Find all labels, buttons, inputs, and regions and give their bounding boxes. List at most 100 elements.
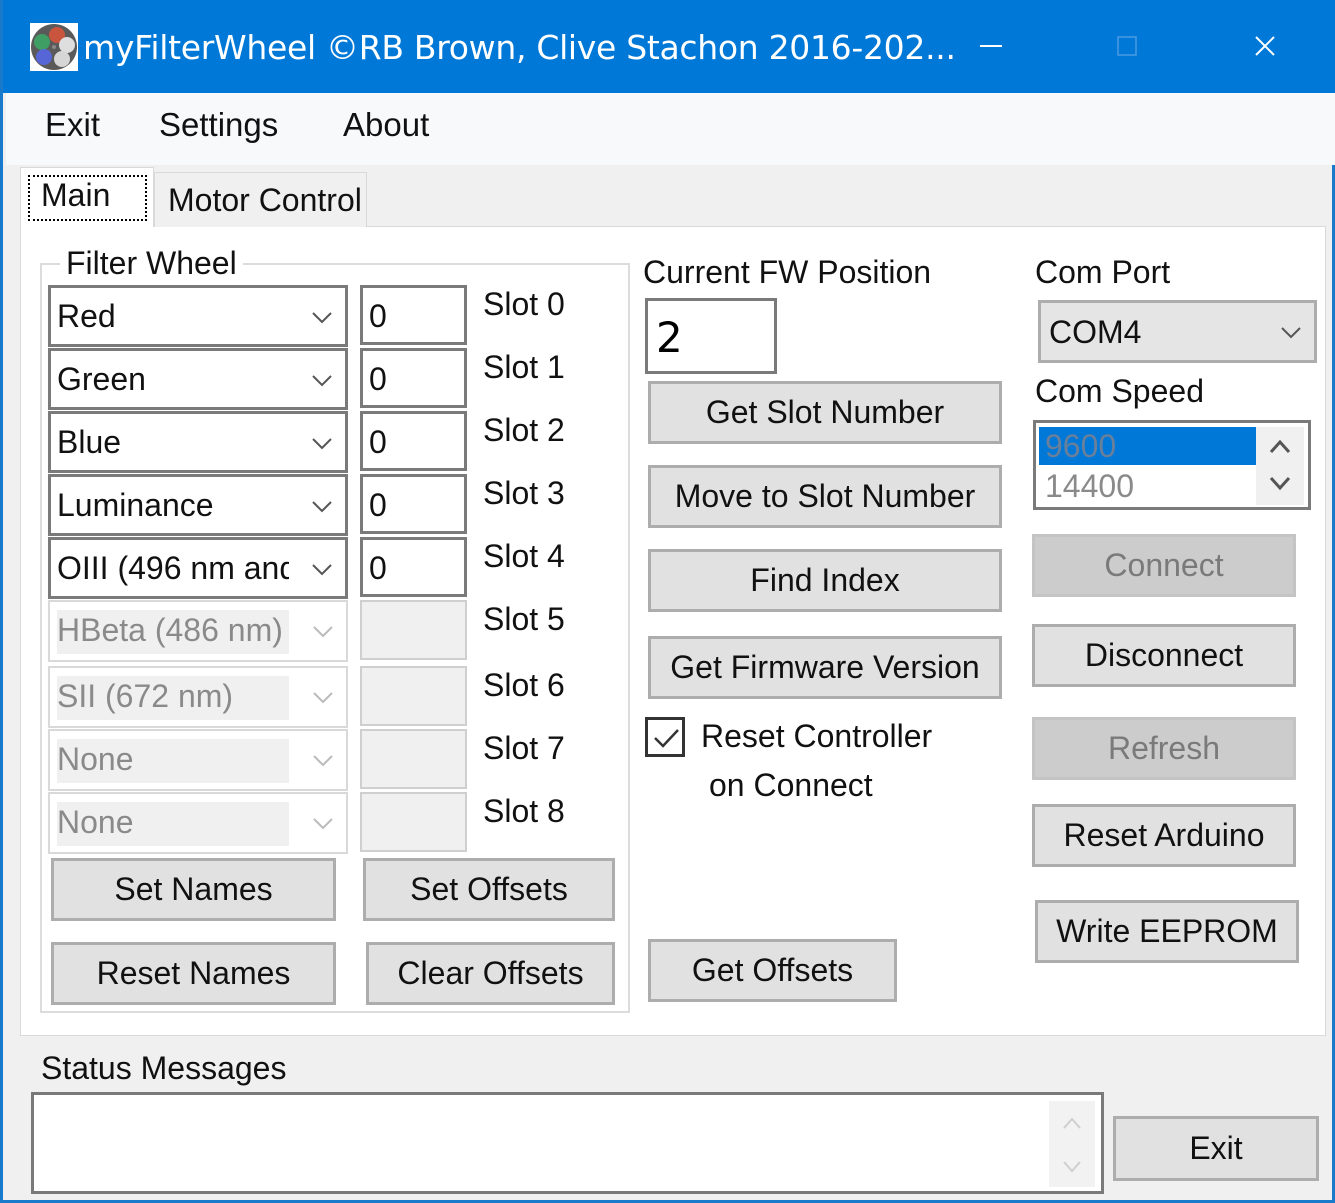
find-index-button[interactable]: Find Index (648, 549, 1002, 612)
chevron-down-icon (313, 626, 333, 638)
slot-1-filter-select[interactable]: Green (48, 348, 348, 410)
chevron-down-icon (312, 312, 332, 324)
slot-2-filter-value: Blue (57, 424, 122, 460)
slot-8-filter-value: None (57, 802, 289, 846)
reset-controller-label: Reset Controller (701, 718, 933, 754)
close-icon (1255, 36, 1275, 56)
checkmark-icon (654, 729, 679, 748)
slot-5-offset-input (360, 600, 467, 660)
write-eeprom-button[interactable]: Write EEPROM (1035, 900, 1299, 963)
reset-arduino-button[interactable]: Reset Arduino (1032, 804, 1296, 867)
chevron-down-icon (312, 375, 332, 387)
filter-wheel-logo-icon (30, 23, 78, 71)
slot-0-offset-input[interactable]: 0 (360, 285, 467, 345)
close-button[interactable] (1235, 24, 1295, 68)
com-port-label: Com Port (1035, 254, 1171, 290)
chevron-down-icon (312, 438, 332, 450)
menu-about[interactable]: About (343, 106, 429, 144)
slot-1-offset-value: 0 (369, 361, 387, 397)
slot-2-offset-input[interactable]: 0 (360, 411, 467, 471)
com-speed-list[interactable]: 9600 14400 (1033, 420, 1311, 510)
com-speed-spinner[interactable] (1256, 427, 1304, 505)
set-names-button[interactable]: Set Names (51, 858, 336, 921)
maximize-button[interactable] (1097, 24, 1157, 68)
scroll-down-icon[interactable] (1061, 1159, 1083, 1175)
slot-0-filter-value: Red (57, 298, 116, 334)
minimize-button[interactable] (961, 24, 1021, 68)
com-speed-option[interactable]: 14400 (1039, 467, 1256, 505)
status-messages-label: Status Messages (41, 1050, 287, 1086)
slot-4-filter-select[interactable]: OIII (496 nm and (48, 537, 348, 599)
menu-exit[interactable]: Exit (45, 106, 100, 144)
maximize-icon (1117, 36, 1137, 56)
slot-4-offset-value: 0 (369, 550, 387, 586)
refresh-button: Refresh (1032, 717, 1296, 780)
connect-button: Connect (1032, 534, 1296, 597)
slot-3-offset-value: 0 (369, 487, 387, 523)
get-offsets-button[interactable]: Get Offsets (648, 939, 897, 1002)
tab-main[interactable]: Main (20, 167, 154, 227)
com-speed-option-selected[interactable]: 9600 (1039, 427, 1256, 465)
menu-settings[interactable]: Settings (159, 106, 278, 144)
chevron-down-icon (313, 755, 333, 767)
slot-7-offset-input (360, 729, 467, 789)
clear-offsets-button[interactable]: Clear Offsets (366, 942, 615, 1005)
exit-button[interactable]: Exit (1113, 1116, 1319, 1181)
title-bar: myFilterWheel ©RB Brown, Clive Stachon 2… (3, 0, 1335, 93)
app-window: myFilterWheel ©RB Brown, Clive Stachon 2… (0, 0, 1335, 1203)
tab-motor-control-label: Motor Control (168, 182, 362, 218)
slot-4-label: Slot 4 (483, 538, 565, 574)
chevron-down-icon (313, 818, 333, 830)
slot-8-label: Slot 8 (483, 793, 565, 829)
chevron-down-icon (312, 501, 332, 513)
reset-controller-checkbox[interactable] (645, 717, 685, 757)
get-firmware-version-button[interactable]: Get Firmware Version (648, 636, 1002, 699)
slot-6-filter-select: SII (672 nm) (48, 666, 348, 728)
slot-3-filter-value: Luminance (57, 487, 214, 523)
com-port-value: COM4 (1049, 314, 1142, 350)
current-position-field[interactable]: 2 (645, 298, 777, 374)
slot-1-filter-value: Green (57, 361, 146, 397)
slot-7-filter-value: None (57, 739, 289, 783)
get-slot-number-button[interactable]: Get Slot Number (648, 381, 1002, 444)
slot-1-offset-input[interactable]: 0 (360, 348, 467, 408)
status-scrollbar[interactable] (1049, 1101, 1095, 1187)
filter-wheel-group-label: Filter Wheel (60, 245, 243, 282)
slot-8-offset-input (360, 792, 467, 852)
reset-controller-label-line2: on Connect (709, 767, 873, 803)
slot-3-offset-input[interactable]: 0 (360, 474, 467, 534)
status-messages-textarea[interactable] (31, 1092, 1104, 1194)
slot-0-offset-value: 0 (369, 298, 387, 334)
slot-5-filter-value: HBeta (486 nm) (57, 610, 289, 654)
slot-0-filter-select[interactable]: Red (48, 285, 348, 347)
move-to-slot-button[interactable]: Move to Slot Number (648, 465, 1002, 528)
slot-5-label: Slot 5 (483, 601, 565, 637)
slot-8-filter-select: None (48, 792, 348, 854)
chevron-down-icon (313, 692, 333, 704)
chevron-down-icon (312, 564, 332, 576)
slot-1-label: Slot 1 (483, 349, 565, 385)
tab-main-label: Main (41, 177, 111, 213)
slot-7-filter-select: None (48, 729, 348, 791)
slot-6-offset-input (360, 666, 467, 726)
set-offsets-button[interactable]: Set Offsets (363, 858, 615, 921)
com-speed-label: Com Speed (1035, 373, 1204, 409)
slot-7-label: Slot 7 (483, 730, 565, 766)
slot-2-offset-value: 0 (369, 424, 387, 460)
minimize-icon (980, 45, 1002, 47)
current-position-label: Current FW Position (643, 254, 932, 290)
slot-4-offset-input[interactable]: 0 (360, 537, 467, 597)
current-position-value: 2 (656, 313, 683, 362)
slot-6-label: Slot 6 (483, 667, 565, 703)
slot-3-filter-select[interactable]: Luminance (48, 474, 348, 536)
tab-motor-control[interactable]: Motor Control (154, 172, 367, 227)
reset-names-button[interactable]: Reset Names (51, 942, 336, 1005)
disconnect-button[interactable]: Disconnect (1032, 624, 1296, 687)
com-port-select[interactable]: COM4 (1038, 300, 1317, 363)
slot-5-filter-select: HBeta (486 nm) (48, 600, 348, 662)
slot-6-filter-value: SII (672 nm) (57, 676, 289, 720)
chevron-down-icon[interactable] (1268, 475, 1292, 493)
chevron-up-icon[interactable] (1268, 437, 1292, 455)
slot-2-filter-select[interactable]: Blue (48, 411, 348, 473)
scroll-up-icon[interactable] (1061, 1115, 1083, 1131)
